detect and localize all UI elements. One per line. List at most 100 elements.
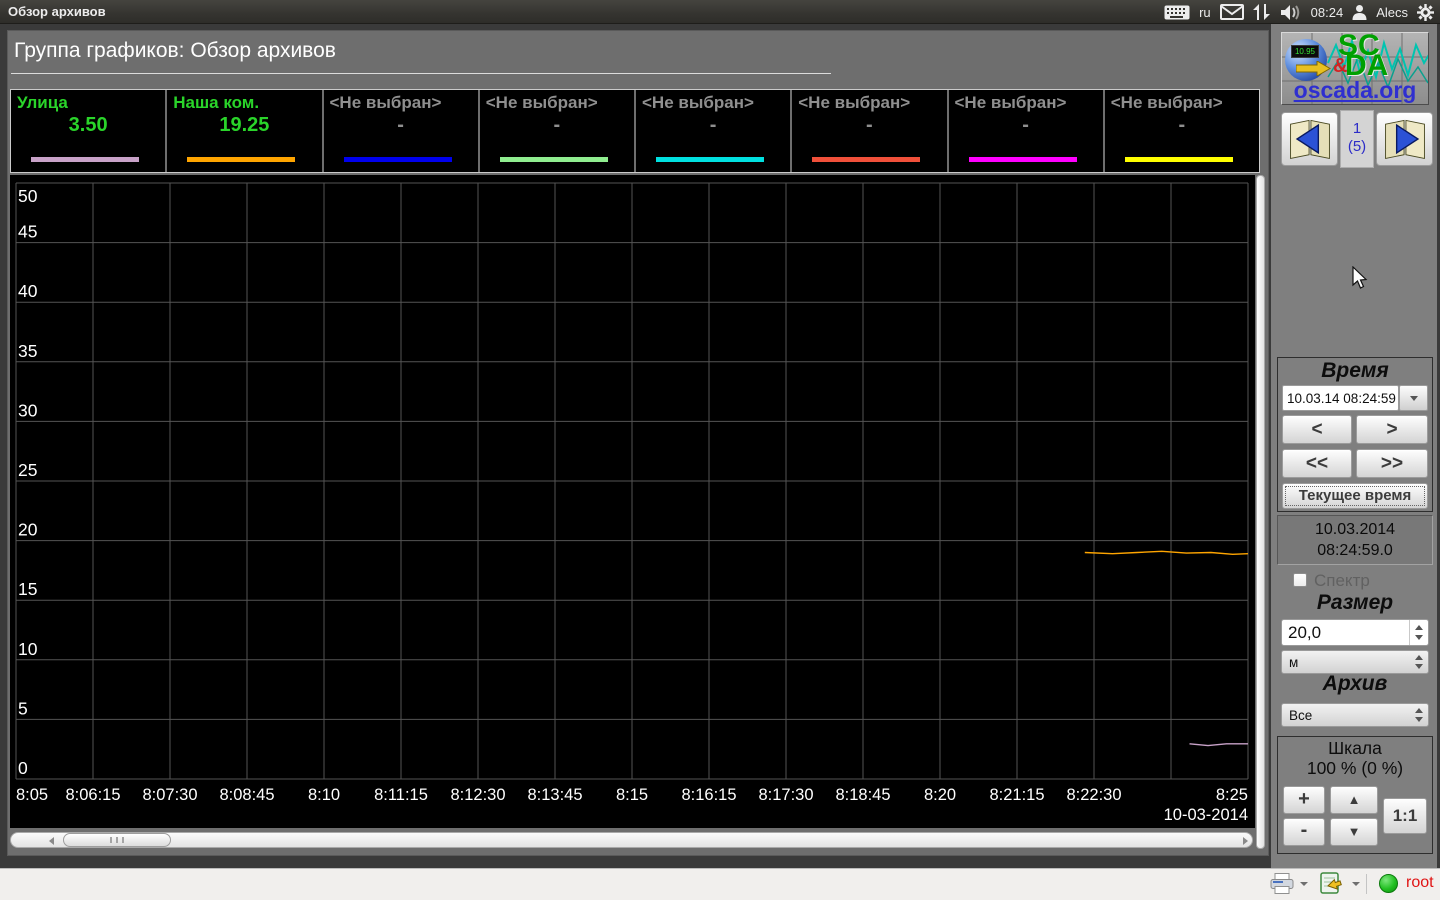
current-time-button[interactable]: Текущее время <box>1282 483 1428 509</box>
export-button[interactable] <box>1320 872 1342 899</box>
gear-icon[interactable] <box>1417 3 1434 21</box>
scroll-right-arrow-icon[interactable] <box>1243 837 1248 845</box>
legend-item[interactable]: Улица 3.50 <box>11 90 166 172</box>
status-bar <box>0 868 1440 900</box>
size-spinbox-arrows[interactable] <box>1409 620 1428 645</box>
legend-item-label: Наша ком. <box>173 93 260 112</box>
svg-text:5: 5 <box>18 698 28 718</box>
legend-color-bar <box>656 157 765 162</box>
scale-one-to-one-button[interactable]: 1:1 <box>1383 798 1427 834</box>
legend-item-value: - <box>866 114 873 136</box>
legend-color-bar <box>1124 157 1233 162</box>
time-step-forward-button[interactable]: > <box>1356 415 1428 444</box>
chevron-down-icon <box>1409 395 1418 401</box>
statusbar-separator <box>1366 874 1367 894</box>
svg-text:8:25: 8:25 <box>1216 786 1248 804</box>
print-button[interactable] <box>1270 873 1294 899</box>
legend-color-bar <box>812 157 921 162</box>
chart-horizontal-scrollbar[interactable] <box>10 832 1253 848</box>
scrollbar-thumb[interactable] <box>63 833 171 847</box>
size-group-title: Размер <box>1316 591 1394 614</box>
spin-up-icon <box>1414 708 1423 713</box>
svg-text:8:20: 8:20 <box>924 786 956 804</box>
network-updown-icon[interactable] <box>1252 3 1271 21</box>
datetime-combo-dropdown[interactable] <box>1399 385 1428 411</box>
spin-up-icon <box>1414 655 1423 660</box>
legend-item[interactable]: <Не выбран> - <box>948 90 1103 172</box>
title-underline <box>11 73 831 74</box>
clock-indicator[interactable]: 08:24 <box>1311 5 1344 20</box>
legend-color-bar <box>187 157 296 162</box>
legend-item-label: <Не выбран> <box>954 93 1067 112</box>
legend-item-value: - <box>397 114 404 136</box>
chart-svg: 0 5 10 15 20 25 30 35 40 45 50 8:05 8:06:15 8:07:30 8:… <box>15 182 1249 824</box>
legend-color-bar <box>968 157 1077 162</box>
svg-text:8:05: 8:05 <box>16 786 48 804</box>
datetime-combo-value: 10.03.14 08:24:59 <box>1282 385 1399 411</box>
triangle-up-icon: ▲ <box>1347 792 1361 807</box>
user-icon[interactable] <box>1352 4 1367 20</box>
tray-area: ru 08:24 Alecs <box>1164 0 1434 24</box>
legend-item[interactable]: <Не выбран> - <box>792 90 947 172</box>
datetime-display: 10.03.2014 08:24:59.0 <box>1277 515 1433 565</box>
svg-text:8:18:45: 8:18:45 <box>835 786 890 804</box>
export-dropdown-icon[interactable] <box>1352 882 1360 886</box>
legend-item[interactable]: <Не выбран> - <box>636 90 791 172</box>
logo-site-link[interactable]: oscada.org <box>1282 77 1428 104</box>
legend-color-bar <box>343 157 452 162</box>
archive-group-title: Архив <box>1322 672 1388 695</box>
legend-item-label: Улица <box>17 93 68 112</box>
spin-down-icon <box>1415 635 1423 640</box>
mail-icon[interactable] <box>1219 4 1244 20</box>
scale-shift-down-button[interactable]: ▼ <box>1330 818 1378 846</box>
legend-item-value: - <box>709 114 717 136</box>
scale-zoom-in-button[interactable]: + <box>1283 786 1325 814</box>
legend-item-label: <Не выбран> <box>1110 93 1223 112</box>
legend-item[interactable]: Наша ком. 19.25 <box>167 90 322 172</box>
legend-item-value: - <box>1178 114 1186 136</box>
book-forward-icon <box>1384 119 1425 160</box>
scale-shift-up-button[interactable]: ▲ <box>1330 786 1378 814</box>
size-spinbox[interactable]: 20,0 <box>1281 619 1429 646</box>
keyboard-layout[interactable]: ru <box>1199 5 1211 20</box>
svg-text:30: 30 <box>18 400 38 420</box>
legend-item[interactable]: <Не выбран> - <box>1104 90 1259 172</box>
svg-text:10: 10 <box>18 639 38 659</box>
statusbar-user: root <box>1406 874 1434 891</box>
svg-text:8:11:15: 8:11:15 <box>374 786 428 804</box>
time-page-forward-button[interactable]: >> <box>1356 449 1428 478</box>
scale-zoom-out-button[interactable]: - <box>1283 818 1325 846</box>
legend-item-label: <Не выбран> <box>642 93 754 112</box>
svg-text:8:07:30: 8:07:30 <box>142 786 197 804</box>
archive-combo-arrows[interactable] <box>1409 704 1428 726</box>
svg-text:20: 20 <box>18 520 38 540</box>
svg-text:8:16:15: 8:16:15 <box>681 786 736 804</box>
size-unit-arrows[interactable] <box>1409 651 1428 673</box>
trend-chart[interactable]: 0 5 10 15 20 25 30 35 40 45 50 8:05 8:06:15 8:07:30 8:… <box>10 175 1255 828</box>
datetime-combo[interactable]: 10.03.14 08:24:59 <box>1282 385 1428 411</box>
spin-down-icon <box>1414 717 1423 722</box>
time-step-back-button[interactable]: < <box>1282 415 1352 444</box>
archive-combo[interactable]: Все <box>1281 703 1429 727</box>
legend-item-label: <Не выбран> <box>798 93 911 112</box>
next-page-button[interactable] <box>1376 112 1433 166</box>
session-user[interactable]: Alecs <box>1376 5 1408 20</box>
page-title: Группа графиков: Обзор архивов <box>14 39 336 62</box>
status-led <box>1379 874 1398 893</box>
print-dropdown-icon[interactable] <box>1300 882 1308 886</box>
legend-item[interactable]: <Не выбран> - <box>479 90 634 172</box>
prev-page-button[interactable] <box>1281 112 1338 166</box>
chart-vertical-scrollbar[interactable] <box>1256 175 1265 849</box>
legend-item-label: <Не выбран> <box>485 93 598 112</box>
logo-lcd-value: 10.95 <box>1291 45 1319 58</box>
keyboard-icon[interactable] <box>1164 5 1190 20</box>
spectrum-checkbox[interactable] <box>1293 573 1307 587</box>
svg-text:45: 45 <box>18 222 37 242</box>
legend-item[interactable]: <Не выбран> - <box>323 90 478 172</box>
archive-combo-value: Все <box>1289 707 1313 723</box>
size-unit-combo[interactable]: м <box>1281 650 1429 674</box>
oscada-logo[interactable]: 10.95 SC & DA oscada.org <box>1281 32 1429 105</box>
scroll-left-arrow-icon[interactable] <box>49 837 54 845</box>
volume-icon[interactable] <box>1280 4 1302 21</box>
time-page-back-button[interactable]: << <box>1282 449 1352 478</box>
